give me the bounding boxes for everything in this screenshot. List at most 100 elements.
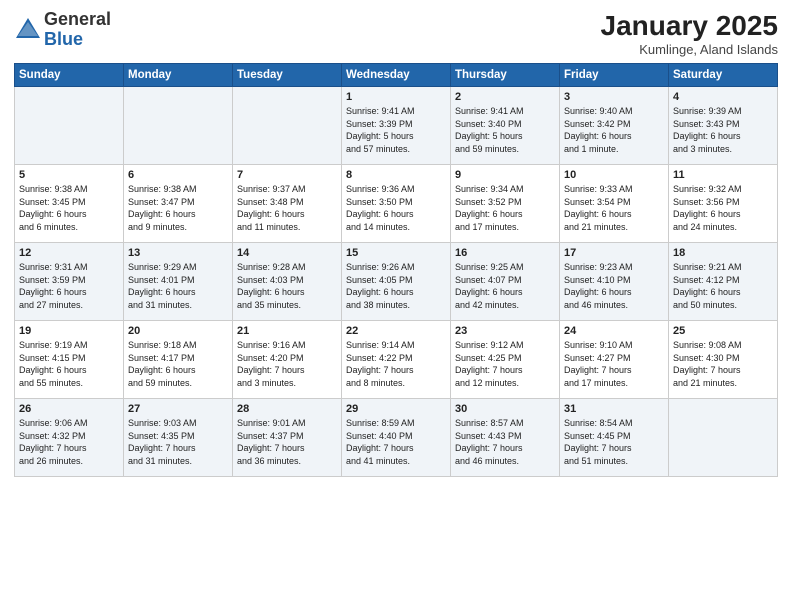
day-info: Sunrise: 9:01 AM Sunset: 4:37 PM Dayligh…	[237, 417, 337, 467]
calendar-cell: 9Sunrise: 9:34 AM Sunset: 3:52 PM Daylig…	[451, 165, 560, 243]
calendar-cell	[15, 87, 124, 165]
calendar-cell	[124, 87, 233, 165]
day-info: Sunrise: 8:59 AM Sunset: 4:40 PM Dayligh…	[346, 417, 446, 467]
calendar-cell: 24Sunrise: 9:10 AM Sunset: 4:27 PM Dayli…	[560, 321, 669, 399]
calendar-cell	[669, 399, 778, 477]
day-info: Sunrise: 9:26 AM Sunset: 4:05 PM Dayligh…	[346, 261, 446, 311]
calendar-cell: 22 Sunrise: 9:14 AM Sunset: 4:22 PM Dayli…	[342, 321, 451, 399]
day-number: 4	[673, 91, 773, 103]
calendar-cell: 11 Sunrise: 9:32 AM Sunset: 3:56 PM Dayli…	[669, 165, 778, 243]
day-info: Sunrise: 9:23 AM Sunset: 4:10 PM Dayligh…	[564, 261, 664, 311]
calendar-cell: 16Sunrise: 9:25 AM Sunset: 4:07 PM Dayli…	[451, 243, 560, 321]
logo-icon	[14, 16, 42, 44]
day-info: Sunrise: 9:40 AM Sunset: 3:42 PM Dayligh…	[564, 105, 664, 155]
day-number: 26	[19, 403, 119, 415]
calendar-cell: 8 Sunrise: 9:36 AM Sunset: 3:50 PM Daylig…	[342, 165, 451, 243]
calendar-cell: 7Sunrise: 9:37 AM Sunset: 3:48 PM Daylig…	[233, 165, 342, 243]
day-info: Sunrise: 9:36 AM Sunset: 3:50 PM Dayligh…	[346, 183, 446, 233]
calendar-cell: 27 Sunrise: 9:03 AM Sunset: 4:35 PM Dayli…	[124, 399, 233, 477]
day-info: Sunrise: 9:39 AM Sunset: 3:43 PM Dayligh…	[673, 105, 773, 155]
day-info: Sunrise: 9:08 AM Sunset: 4:30 PM Dayligh…	[673, 339, 773, 389]
day-info: Sunrise: 9:06 AM Sunset: 4:32 PM Dayligh…	[19, 417, 119, 467]
day-number: 1	[346, 91, 446, 103]
day-number: 22	[346, 325, 446, 337]
day-number: 21	[237, 325, 337, 337]
page: General Blue January 2025 Kumlinge, Alan…	[0, 0, 792, 612]
calendar-cell: 2 Sunrise: 9:41 AM Sunset: 3:40 PM Daylig…	[451, 87, 560, 165]
logo-blue: Blue	[44, 30, 111, 50]
day-number: 2	[455, 91, 555, 103]
day-info: Sunrise: 9:38 AM Sunset: 3:47 PM Dayligh…	[128, 183, 228, 233]
day-number: 18	[673, 247, 773, 259]
day-info: Sunrise: 9:29 AM Sunset: 4:01 PM Dayligh…	[128, 261, 228, 311]
day-info: Sunrise: 9:18 AM Sunset: 4:17 PM Dayligh…	[128, 339, 228, 389]
day-info: Sunrise: 9:16 AM Sunset: 4:20 PM Dayligh…	[237, 339, 337, 389]
calendar-cell: 28 Sunrise: 9:01 AM Sunset: 4:37 PM Dayli…	[233, 399, 342, 477]
header-day: Sunday	[15, 64, 124, 87]
day-number: 19	[19, 325, 119, 337]
calendar-cell: 26 Sunrise: 9:06 AM Sunset: 4:32 PM Dayli…	[15, 399, 124, 477]
day-info: Sunrise: 9:14 AM Sunset: 4:22 PM Dayligh…	[346, 339, 446, 389]
day-info: Sunrise: 9:25 AM Sunset: 4:07 PM Dayligh…	[455, 261, 555, 311]
day-number: 8	[346, 169, 446, 181]
calendar-cell: 10 Sunrise: 9:33 AM Sunset: 3:54 PM Dayli…	[560, 165, 669, 243]
calendar-cell: 19Sunrise: 9:19 AM Sunset: 4:15 PM Dayli…	[15, 321, 124, 399]
day-number: 27	[128, 403, 228, 415]
day-info: Sunrise: 9:28 AM Sunset: 4:03 PM Dayligh…	[237, 261, 337, 311]
day-number: 30	[455, 403, 555, 415]
day-info: Sunrise: 9:33 AM Sunset: 3:54 PM Dayligh…	[564, 183, 664, 233]
day-number: 3	[564, 91, 664, 103]
calendar-cell: 29 Sunrise: 8:59 AM Sunset: 4:40 PM Dayli…	[342, 399, 451, 477]
calendar-cell: 20Sunrise: 9:18 AM Sunset: 4:17 PM Dayli…	[124, 321, 233, 399]
day-info: Sunrise: 9:38 AM Sunset: 3:45 PM Dayligh…	[19, 183, 119, 233]
day-number: 24	[564, 325, 664, 337]
calendar-cell: 14 Sunrise: 9:28 AM Sunset: 4:03 PM Dayli…	[233, 243, 342, 321]
calendar-cell: 12Sunrise: 9:31 AM Sunset: 3:59 PM Dayli…	[15, 243, 124, 321]
calendar-cell: 4 Sunrise: 9:39 AM Sunset: 3:43 PM Daylig…	[669, 87, 778, 165]
day-number: 12	[19, 247, 119, 259]
calendar-cell: 5 Sunrise: 9:38 AM Sunset: 3:45 PM Daylig…	[15, 165, 124, 243]
header-day: Tuesday	[233, 64, 342, 87]
day-info: Sunrise: 9:34 AM Sunset: 3:52 PM Dayligh…	[455, 183, 555, 233]
day-info: Sunrise: 9:41 AM Sunset: 3:40 PM Dayligh…	[455, 105, 555, 155]
calendar-cell: 17 Sunrise: 9:23 AM Sunset: 4:10 PM Dayli…	[560, 243, 669, 321]
calendar-cell: 6 Sunrise: 9:38 AM Sunset: 3:47 PM Daylig…	[124, 165, 233, 243]
day-number: 23	[455, 325, 555, 337]
day-info: Sunrise: 9:37 AM Sunset: 3:48 PM Dayligh…	[237, 183, 337, 233]
calendar-week-row: 12Sunrise: 9:31 AM Sunset: 3:59 PM Dayli…	[15, 243, 778, 321]
header: General Blue January 2025 Kumlinge, Alan…	[14, 10, 778, 57]
calendar-cell: 1 Sunrise: 9:41 AM Sunset: 3:39 PM Daylig…	[342, 87, 451, 165]
calendar-week-row: 5 Sunrise: 9:38 AM Sunset: 3:45 PM Daylig…	[15, 165, 778, 243]
day-info: Sunrise: 9:21 AM Sunset: 4:12 PM Dayligh…	[673, 261, 773, 311]
day-number: 29	[346, 403, 446, 415]
day-info: Sunrise: 8:54 AM Sunset: 4:45 PM Dayligh…	[564, 417, 664, 467]
day-number: 31	[564, 403, 664, 415]
day-number: 10	[564, 169, 664, 181]
calendar-cell: 31 Sunrise: 8:54 AM Sunset: 4:45 PM Dayli…	[560, 399, 669, 477]
calendar-cell: 15Sunrise: 9:26 AM Sunset: 4:05 PM Dayli…	[342, 243, 451, 321]
calendar-body: 1 Sunrise: 9:41 AM Sunset: 3:39 PM Daylig…	[15, 87, 778, 477]
calendar-cell: 21 Sunrise: 9:16 AM Sunset: 4:20 PM Dayli…	[233, 321, 342, 399]
day-info: Sunrise: 9:32 AM Sunset: 3:56 PM Dayligh…	[673, 183, 773, 233]
calendar-cell: 23 Sunrise: 9:12 AM Sunset: 4:25 PM Dayli…	[451, 321, 560, 399]
calendar-title: January 2025	[601, 10, 778, 42]
day-info: Sunrise: 9:41 AM Sunset: 3:39 PM Dayligh…	[346, 105, 446, 155]
calendar-table: SundayMondayTuesdayWednesdayThursdayFrid…	[14, 63, 778, 477]
day-number: 28	[237, 403, 337, 415]
calendar-header: SundayMondayTuesdayWednesdayThursdayFrid…	[15, 64, 778, 87]
header-row: SundayMondayTuesdayWednesdayThursdayFrid…	[15, 64, 778, 87]
day-number: 5	[19, 169, 119, 181]
calendar-cell: 25Sunrise: 9:08 AM Sunset: 4:30 PM Dayli…	[669, 321, 778, 399]
day-number: 11	[673, 169, 773, 181]
calendar-week-row: 1 Sunrise: 9:41 AM Sunset: 3:39 PM Daylig…	[15, 87, 778, 165]
header-day: Monday	[124, 64, 233, 87]
header-day: Saturday	[669, 64, 778, 87]
day-number: 13	[128, 247, 228, 259]
day-number: 14	[237, 247, 337, 259]
day-number: 6	[128, 169, 228, 181]
header-day: Friday	[560, 64, 669, 87]
day-number: 17	[564, 247, 664, 259]
logo-text: General Blue	[44, 10, 111, 50]
day-info: Sunrise: 9:03 AM Sunset: 4:35 PM Dayligh…	[128, 417, 228, 467]
day-info: Sunrise: 9:12 AM Sunset: 4:25 PM Dayligh…	[455, 339, 555, 389]
